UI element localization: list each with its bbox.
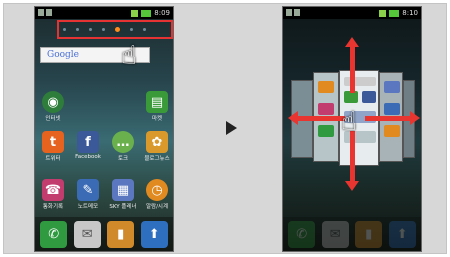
facebook-icon: f [77,131,99,153]
app-market[interactable]: ▤ 마켓 [143,91,171,122]
call-log-icon: ☎ [42,179,64,201]
app-thumb [318,125,334,137]
app-planner[interactable]: ▦ SKY 플레너 [109,179,137,210]
menu-icon[interactable]: ⬆ [140,220,168,248]
app-blog[interactable]: ✿ 블로그뉴스 [143,131,171,162]
app-clock[interactable]: ◷ 알람/시계 [143,179,171,210]
app-thumb [318,81,334,93]
memo-icon: ✎ [77,179,99,201]
phone-icon[interactable]: ✆ [40,220,68,248]
battery-icon [389,9,400,17]
search-placeholder: Google [47,50,79,60]
status-bar: 8:09 [35,7,173,19]
app-thumb [362,91,376,103]
notification-icons [38,9,56,17]
app-thumb [384,125,400,137]
arrow-left-icon [288,111,298,125]
app-thumb [344,77,376,86]
app-label: 트위터 [45,156,61,162]
phone-screen-after: 8:10 ✆ ✉ ▮ ⬆ ☝ [282,6,422,252]
app-thumb [318,103,334,115]
arrow-up-icon [345,37,359,47]
app-label: 토크 [117,156,129,162]
app-thumb [384,103,400,115]
contacts-icon[interactable]: ▮ [107,220,135,248]
dock-bar: ✆ ✉ ▮ ⬆ [35,217,173,251]
arrow-right-icon [410,111,420,125]
pointing-hand-icon: ☝ [341,107,357,137]
signal-icon [379,9,387,17]
clock-icon: ◷ [146,179,168,201]
phone-screen-before: 8:09 Google ◉ 인터넷 ▤ 마켓 t 트위터 f Facebook … [34,6,174,252]
page-indicator-highlight [57,20,173,39]
status-time: 8:09 [154,9,170,17]
app-label: 블로그뉴스 [144,156,170,162]
arrow-down-icon [345,181,359,191]
market-icon: ▤ [146,91,168,113]
home-screen: 8:09 Google ◉ 인터넷 ▤ 마켓 t 트위터 f Facebook … [35,7,173,251]
arrow-right-shaft [365,116,411,121]
status-bar: 8:10 [283,7,421,19]
globe-icon: ◉ [42,91,64,113]
app-talk[interactable]: … 토크 [109,131,137,162]
app-label: 인터넷 [45,116,61,122]
app-memo[interactable]: ✎ 노트메모 [74,179,102,210]
app-call-log[interactable]: ☎ 통화기록 [39,179,67,210]
mail-icon[interactable]: ✉ [73,220,101,248]
app-internet[interactable]: ◉ 인터넷 [39,91,67,122]
next-arrow-icon [226,121,237,135]
app-label: 알람/시계 [145,204,169,210]
twitter-icon: t [42,131,64,153]
app-facebook[interactable]: f Facebook [74,131,102,160]
app-label: 노트메모 [77,204,99,210]
notification-icons [286,9,304,17]
app-label: 마켓 [151,116,163,122]
arrow-left-shaft [297,116,345,121]
arrow-up-shaft [350,45,355,93]
battery-icon [141,9,152,17]
app-label: Facebook [75,154,101,160]
app-twitter[interactable]: t 트위터 [39,131,67,162]
pointing-hand-icon: ☝ [121,41,137,71]
status-time: 8:10 [402,9,418,17]
signal-icon [131,9,139,17]
app-label: SKY 플레너 [109,204,137,210]
blog-icon: ✿ [146,131,168,153]
talk-icon: … [112,131,134,153]
arrow-down-shaft [350,131,355,183]
app-label: 통화기록 [42,204,64,210]
app-thumb [384,81,400,93]
calendar-icon: ▦ [112,179,134,201]
